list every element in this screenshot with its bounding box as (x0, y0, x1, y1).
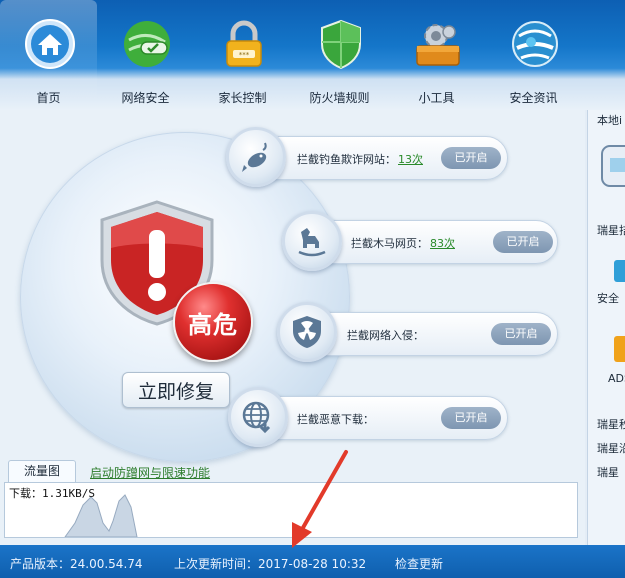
danger-level-badge: 高危 (173, 282, 253, 362)
fish-icon-wrap (226, 127, 286, 187)
nav-item-home[interactable]: 首页 (0, 0, 97, 110)
nav-item-security-news[interactable]: 安全资讯 (485, 0, 582, 110)
anti-trojan-toggle[interactable]: 已开启 (493, 231, 553, 253)
anti-malicious-download-toggle[interactable]: 已开启 (441, 407, 501, 429)
anti-phishing-text: 拦截钓鱼欺诈网站： (297, 153, 396, 166)
globe-download-icon (242, 401, 271, 434)
nav-label-network-security: 网络安全 (121, 91, 170, 105)
anti-trojan-text: 拦截木马网页： (351, 237, 428, 250)
feature-anti-phishing-label: 拦截钓鱼欺诈网站： 13次 (297, 151, 423, 167)
anti-intrusion-toggle[interactable]: 已开启 (491, 323, 551, 345)
anti-trojan-count-link[interactable]: 83次 (430, 237, 455, 250)
anti-phishing-toggle[interactable]: 已开启 (441, 147, 501, 169)
side-panel-item-security[interactable]: 安全 (597, 290, 619, 306)
side-panel-heading: 本地i (597, 114, 623, 127)
tab-traffic-graph[interactable]: 流量图 (8, 460, 76, 482)
anti-leech-speed-limit-link[interactable]: 启动防蹭网与限速功能 (90, 464, 210, 481)
feature-anti-trojan-label: 拦截木马网页： 83次 (351, 235, 455, 251)
network-security-icon (124, 21, 170, 67)
nav-item-network-security[interactable]: 网络安全 (97, 0, 194, 110)
status-bar: 产品版本：24.00.54.74 上次更新时间：2017-08-28 10:32… (0, 545, 625, 578)
feature-anti-malicious-download-label: 拦截恶意下载： (297, 411, 376, 427)
side-panel-item-rising-1[interactable]: 瑞星拮 (597, 222, 625, 238)
side-panel-item-ads[interactable]: ADS (608, 372, 625, 385)
trojan-horse-icon (298, 228, 326, 257)
radiation-shield-icon-wrap (277, 302, 337, 362)
fish-icon (242, 142, 267, 172)
danger-level-text: 高危 (188, 310, 238, 339)
nav-item-tools[interactable]: 小工具 (388, 0, 485, 110)
firewall-shield-icon (321, 19, 361, 70)
feature-anti-intrusion-label: 拦截网络入侵： (347, 327, 426, 343)
nav-label-parental-control: 家长控制 (218, 91, 267, 105)
anti-intrusion-text: 拦截网络入侵： (347, 329, 424, 342)
radiation-shield-icon (293, 316, 321, 348)
padlock-icon: *** (226, 20, 262, 67)
home-icon (25, 19, 75, 69)
side-panel-item-rising-4[interactable]: 瑞星 (597, 464, 619, 480)
security-tool-icon[interactable] (612, 258, 625, 284)
svg-text:***: *** (239, 51, 250, 59)
traffic-graph-panel: 下载：1.31KB/S (4, 482, 578, 538)
toolbox-icon (416, 24, 460, 66)
side-panel: 本地i 瑞星拮 安全 ADS 瑞星秒 瑞星沿 瑞星 (587, 110, 625, 545)
nav-item-firewall-rules[interactable]: 防火墙规则 (291, 0, 388, 110)
ads-tool-icon[interactable] (612, 334, 625, 364)
top-navigation-bar: 首页 网络安全 *** 家长控制 防火墙规则 小工具 安全资讯 (0, 0, 625, 110)
nav-label-firewall-rules: 防火墙规则 (309, 91, 370, 105)
last-update-time: 上次更新时间：2017-08-28 10:32 (174, 557, 367, 571)
anti-phishing-count-link[interactable]: 13次 (398, 153, 423, 166)
monitor-icon[interactable] (600, 142, 625, 192)
trojan-horse-icon-wrap (282, 211, 342, 271)
anti-malicious-download-text: 拦截恶意下载： (297, 413, 374, 426)
download-speed-label: 下载：1.31KB/S (9, 487, 95, 500)
globe-download-icon-wrap (228, 387, 288, 447)
check-update-link[interactable]: 检查更新 (395, 555, 443, 572)
nav-label-home: 首页 (36, 91, 61, 105)
product-version: 产品版本：24.00.54.74 (10, 557, 143, 571)
main-nav: 首页 网络安全 *** 家长控制 防火墙规则 小工具 安全资讯 (0, 0, 590, 110)
main-panel: 高危 立即修复 拦截钓鱼欺诈网站： 13次 已开启 拦截木马网页： 83次 已开启 … (0, 110, 585, 545)
nav-label-tools: 小工具 (418, 91, 455, 105)
side-panel-item-rising-3[interactable]: 瑞星沿 (597, 440, 625, 456)
globe-icon (512, 21, 558, 67)
side-panel-item-rising-2[interactable]: 瑞星秒 (597, 416, 625, 432)
nav-item-parental-control[interactable]: *** 家长控制 (194, 0, 291, 110)
fix-now-button[interactable]: 立即修复 (122, 372, 230, 408)
nav-label-security-news: 安全资讯 (509, 91, 558, 105)
